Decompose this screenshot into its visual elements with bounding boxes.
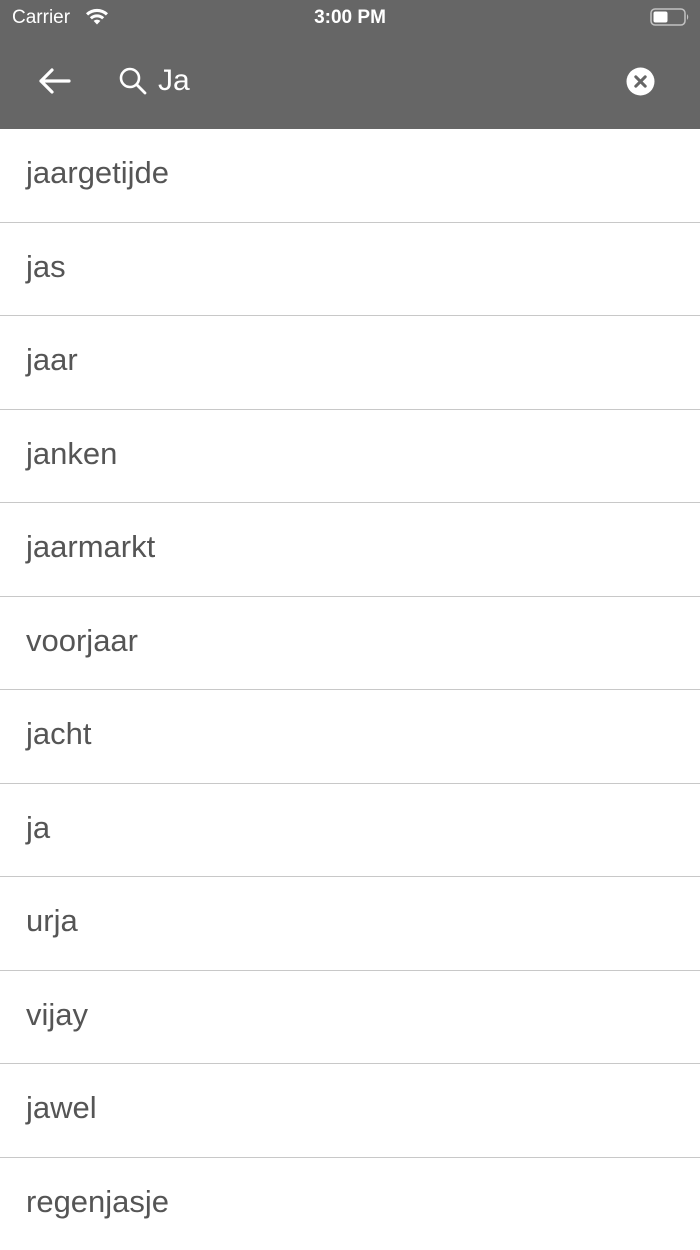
status-bar: Carrier 3:00 PM [0, 0, 700, 36]
list-item[interactable]: vijay [0, 971, 700, 1065]
battery-icon [650, 8, 690, 26]
result-label: regenjasje [26, 1158, 169, 1250]
list-item[interactable]: jaargetijde [0, 129, 700, 223]
list-item[interactable]: ja [0, 784, 700, 878]
result-label: voorjaar [26, 597, 138, 690]
status-time: 3:00 PM [0, 6, 700, 30]
back-button[interactable] [26, 58, 82, 104]
list-item[interactable]: jas [0, 223, 700, 317]
search-input[interactable] [158, 58, 598, 104]
list-item[interactable]: regenjasje [0, 1158, 700, 1250]
result-label: jaargetijde [26, 129, 169, 222]
result-label: jaar [26, 316, 78, 409]
result-label: jas [26, 223, 66, 316]
search-results-list: jaargetijde jas jaar janken jaarmarkt vo… [0, 129, 700, 1250]
list-item[interactable]: jaar [0, 316, 700, 410]
arrow-left-icon [37, 67, 71, 95]
list-item[interactable]: voorjaar [0, 597, 700, 691]
list-item[interactable]: jaarmarkt [0, 503, 700, 597]
app-header: Carrier 3:00 PM [0, 0, 700, 129]
list-item[interactable]: janken [0, 410, 700, 504]
result-label: jawel [26, 1064, 97, 1157]
result-label: ja [26, 784, 50, 877]
result-label: urja [26, 877, 78, 970]
search-icon [118, 66, 148, 96]
list-item[interactable]: jawel [0, 1064, 700, 1158]
result-label: jaarmarkt [26, 503, 155, 596]
result-label: jacht [26, 690, 91, 783]
list-item[interactable]: jacht [0, 690, 700, 784]
list-item[interactable]: urja [0, 877, 700, 971]
result-label: vijay [26, 971, 88, 1064]
clear-circle-icon[interactable] [626, 67, 655, 96]
search-toolbar [0, 36, 700, 129]
result-label: janken [26, 410, 117, 503]
